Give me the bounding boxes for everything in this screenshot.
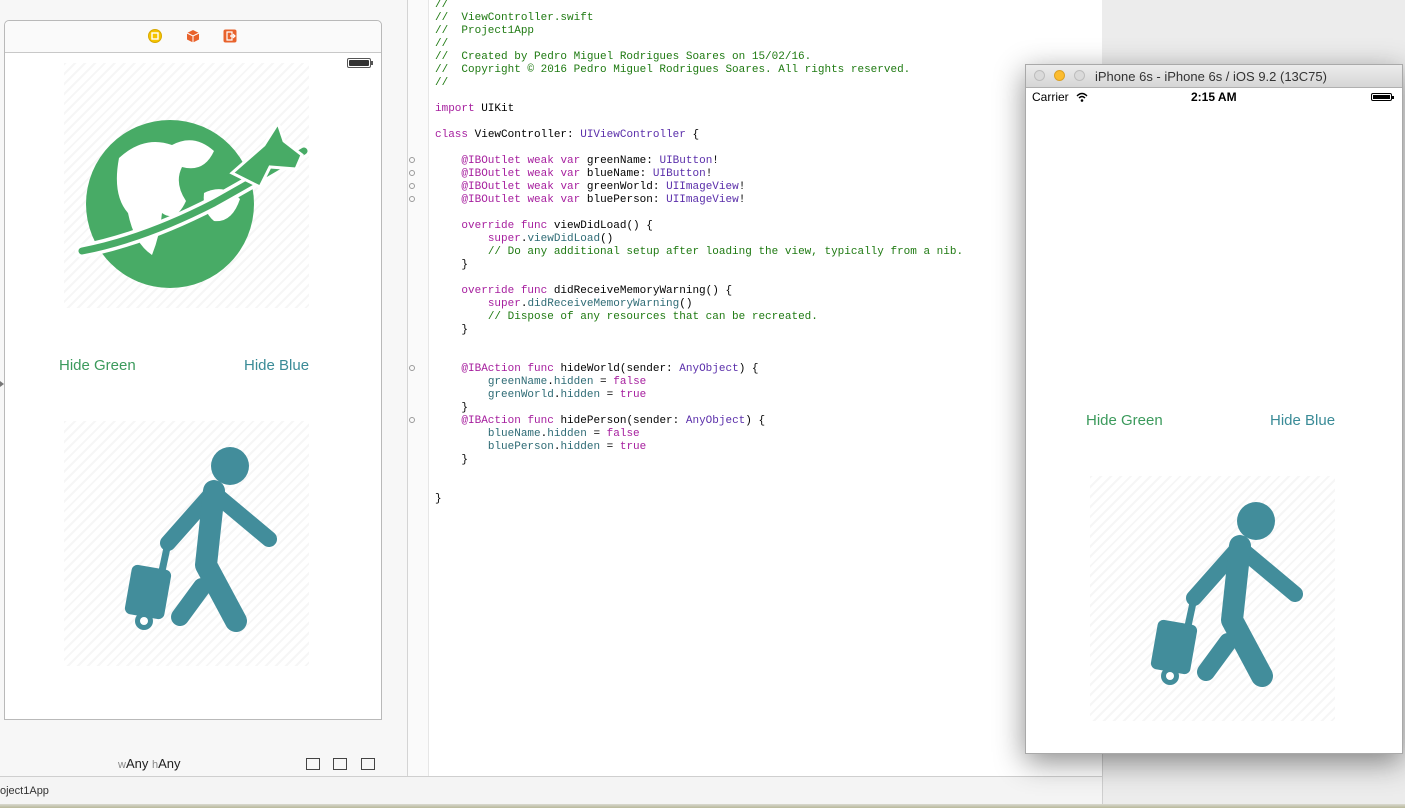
- pin-icon[interactable]: [360, 757, 375, 770]
- battery-icon: [347, 58, 373, 68]
- exit-icon[interactable]: [223, 29, 237, 43]
- first-responder-icon[interactable]: [186, 29, 200, 43]
- hide-blue-button[interactable]: Hide Blue: [1270, 412, 1335, 429]
- size-class-indicator[interactable]: wAny hAny: [118, 756, 181, 771]
- editor-gutter: [408, 0, 429, 776]
- wifi-icon: [1076, 92, 1088, 102]
- project-name-label: oject1App: [0, 785, 49, 797]
- stack-view-icon[interactable]: [306, 757, 320, 770]
- blue-person-image[interactable]: [1090, 476, 1335, 721]
- simulator-title: iPhone 6s - iPhone 6s / iOS 9.2 (13C75): [1095, 69, 1327, 84]
- interface-builder-canvas: Hide Green Hide Blue wAny hAny: [0, 0, 408, 788]
- hide-green-button[interactable]: Hide Green: [1086, 412, 1163, 429]
- traveler-with-luggage-icon: [1150, 502, 1303, 687]
- clock-label: 2:15 AM: [1191, 90, 1237, 104]
- outlet-connection-icon[interactable]: [409, 183, 415, 189]
- scene-dock: [5, 21, 381, 53]
- view-controller-icon[interactable]: [148, 29, 162, 43]
- simulator-titlebar[interactable]: iPhone 6s - iPhone 6s / iOS 9.2 (13C75): [1026, 65, 1402, 88]
- minimize-window-button[interactable]: [1054, 70, 1065, 81]
- size-class-h-value: Any: [158, 756, 181, 771]
- blue-person-image[interactable]: [64, 421, 309, 666]
- editor-status-bar: oject1App: [0, 776, 1102, 805]
- battery-icon: [1371, 93, 1394, 101]
- ios-simulator-window[interactable]: iPhone 6s - iPhone 6s / iOS 9.2 (13C75) …: [1025, 64, 1403, 754]
- globe-airplane-icon: [75, 119, 311, 288]
- hide-green-button[interactable]: Hide Green: [59, 357, 136, 374]
- source-code[interactable]: // // ViewController.swift // Project1Ap…: [435, 0, 963, 506]
- size-class-w-value: Any: [125, 756, 149, 771]
- outlet-connection-icon[interactable]: [409, 170, 415, 176]
- traveler-with-luggage-icon: [124, 447, 277, 632]
- align-icon[interactable]: [333, 757, 348, 770]
- outlet-connection-icon[interactable]: [409, 157, 415, 163]
- hide-blue-button[interactable]: Hide Blue: [244, 357, 309, 374]
- close-window-button[interactable]: [1034, 70, 1045, 81]
- editor-window-edge: [1102, 752, 1103, 804]
- green-world-image[interactable]: [64, 63, 311, 308]
- action-connection-icon[interactable]: [409, 417, 415, 423]
- carrier-label: Carrier: [1032, 90, 1069, 104]
- zoom-window-button[interactable]: [1074, 70, 1085, 81]
- desktop-strip: [0, 804, 1405, 808]
- code-editor[interactable]: // // ViewController.swift // Project1Ap…: [408, 0, 1102, 776]
- action-connection-icon[interactable]: [409, 365, 415, 371]
- simulator-screen[interactable]: Carrier 2:15 AM Hide Green Hide Blue: [1026, 88, 1402, 753]
- size-class-w-prefix: w: [118, 759, 126, 771]
- outlet-connection-icon[interactable]: [409, 196, 415, 202]
